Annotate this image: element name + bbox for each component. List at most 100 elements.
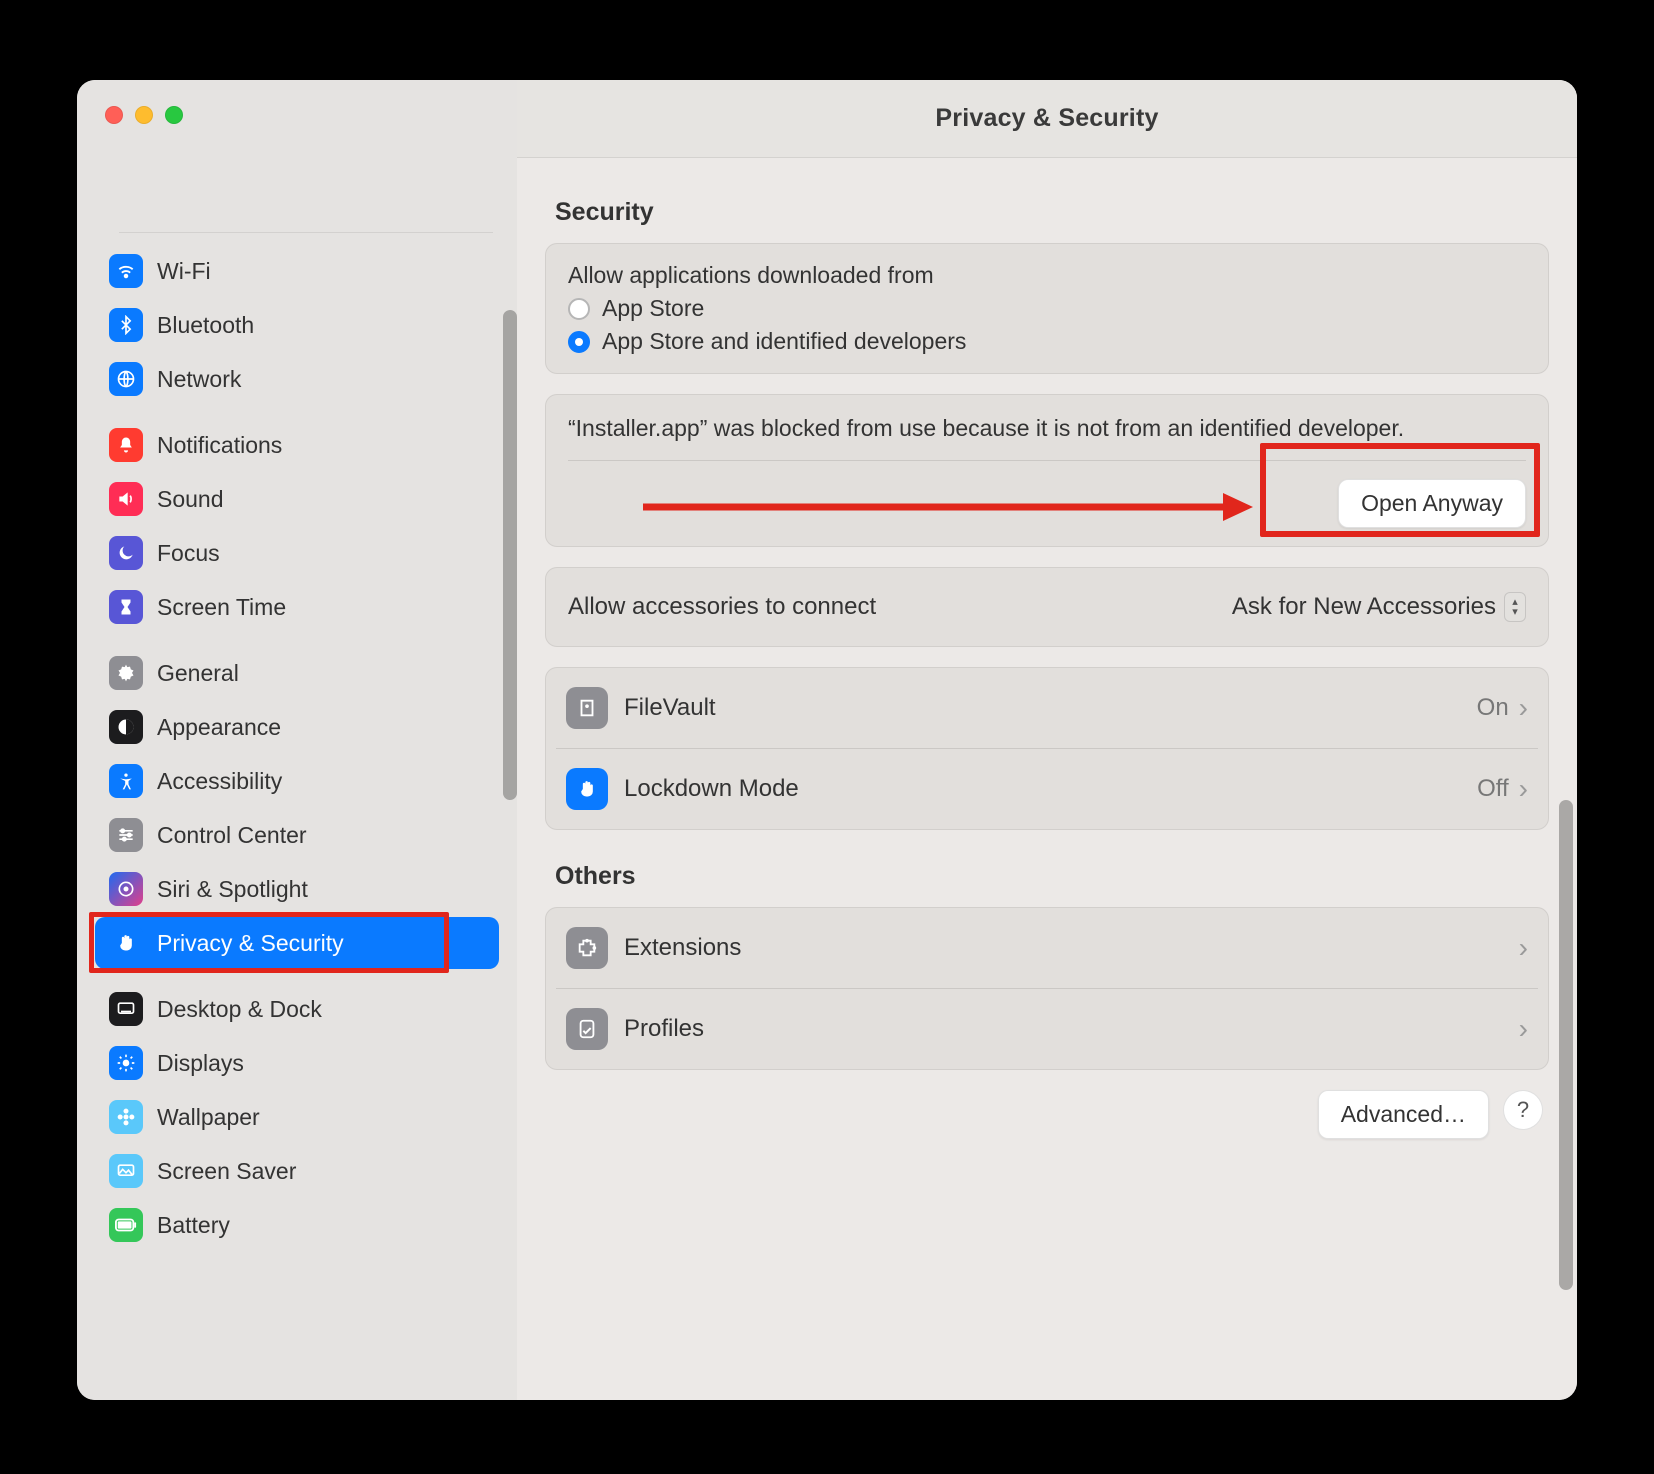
others-card: Extensions › Profiles › <box>545 907 1549 1070</box>
bluetooth-icon <box>109 308 143 342</box>
accessories-stepper-icon[interactable]: ▴▾ <box>1504 592 1526 622</box>
sidebar-item-label: Focus <box>157 540 220 567</box>
sidebar-item-label: Accessibility <box>157 768 282 795</box>
chevron-right-icon: › <box>1519 773 1528 805</box>
sidebar-item-focus[interactable]: Focus <box>95 527 499 579</box>
sidebar-item-label: Privacy & Security <box>157 930 344 957</box>
accessibility-icon <box>109 764 143 798</box>
security-heading: Security <box>555 198 1539 227</box>
bell-icon <box>109 428 143 462</box>
help-button[interactable]: ? <box>1503 1090 1543 1130</box>
row-label: Extensions <box>624 934 1519 962</box>
contrast-icon <box>109 710 143 744</box>
allow-apps-label: Allow applications downloaded from <box>568 262 1526 289</box>
filevault-row[interactable]: FileVault On › <box>546 668 1548 748</box>
dock-icon <box>109 992 143 1026</box>
sidebar-item-network[interactable]: Network <box>95 353 499 405</box>
extensions-row[interactable]: Extensions › <box>546 908 1548 988</box>
radio-icon <box>568 331 590 353</box>
sidebar-item-battery[interactable]: Battery <box>95 1199 499 1251</box>
radio-label: App Store <box>602 295 704 322</box>
sidebar-item-label: Screen Saver <box>157 1158 296 1185</box>
sidebar-item-label: Bluetooth <box>157 312 254 339</box>
flower-icon <box>109 1100 143 1134</box>
row-value: Off <box>1477 775 1509 803</box>
profiles-icon <box>566 1008 608 1050</box>
minimize-window-button[interactable] <box>135 106 153 124</box>
page-title: Privacy & Security <box>517 80 1577 158</box>
row-value: On <box>1477 694 1509 722</box>
sidebar-item-sound[interactable]: Sound <box>95 473 499 525</box>
sidebar-item-notifications[interactable]: Notifications <box>95 419 499 471</box>
sliders-icon <box>109 818 143 852</box>
sidebar-item-desktop-dock[interactable]: Desktop & Dock <box>95 983 499 1035</box>
profiles-row[interactable]: Profiles › <box>546 989 1548 1069</box>
accessories-row[interactable]: Allow accessories to connect Ask for New… <box>546 568 1548 646</box>
row-label: Profiles <box>624 1015 1519 1043</box>
sidebar-item-label: Notifications <box>157 432 282 459</box>
sidebar-item-displays[interactable]: Displays <box>95 1037 499 1089</box>
sidebar-divider <box>119 232 493 233</box>
screensaver-icon <box>109 1154 143 1188</box>
radio-app-store[interactable]: App Store <box>568 295 1526 322</box>
fullscreen-window-button[interactable] <box>165 106 183 124</box>
hand-icon <box>566 768 608 810</box>
sidebar-item-screen-time[interactable]: Screen Time <box>95 581 499 633</box>
speaker-icon <box>109 482 143 516</box>
accessories-label: Allow accessories to connect <box>568 593 1232 621</box>
globe-icon <box>109 362 143 396</box>
sidebar-item-wifi[interactable]: Wi-Fi <box>95 245 499 297</box>
hourglass-icon <box>109 590 143 624</box>
blocked-app-message: “Installer.app” was blocked from use bec… <box>568 413 1526 444</box>
sidebar-item-label: Siri & Spotlight <box>157 876 308 903</box>
sidebar-scrollbar[interactable] <box>503 310 517 800</box>
bottom-bar: Advanced… ? <box>545 1090 1549 1139</box>
advanced-button[interactable]: Advanced… <box>1318 1090 1489 1139</box>
close-window-button[interactable] <box>105 106 123 124</box>
content-scrollbar[interactable] <box>1559 800 1573 1290</box>
sidebar-item-control-center[interactable]: Control Center <box>95 809 499 861</box>
sidebar-item-accessibility[interactable]: Accessibility <box>95 755 499 807</box>
content-area[interactable]: Security Allow applications downloaded f… <box>517 158 1577 1400</box>
filevault-icon <box>566 687 608 729</box>
open-anyway-button[interactable]: Open Anyway <box>1338 479 1526 528</box>
sidebar-item-general[interactable]: General <box>95 647 499 699</box>
security-modes-card: FileVault On › Lockdown Mode Off › <box>545 667 1549 830</box>
puzzle-icon <box>566 927 608 969</box>
accessories-value: Ask for New Accessories <box>1232 593 1496 621</box>
sidebar-list[interactable]: Wi-Fi Bluetooth Network <box>77 243 517 1400</box>
chevron-right-icon: › <box>1519 932 1528 964</box>
sidebar-item-appearance[interactable]: Appearance <box>95 701 499 753</box>
sidebar-item-label: Screen Time <box>157 594 286 621</box>
main-panel: Privacy & Security Security Allow applic… <box>517 80 1577 1400</box>
sidebar-item-screen-saver[interactable]: Screen Saver <box>95 1145 499 1197</box>
gear-icon <box>109 656 143 690</box>
annotation-arrow <box>633 485 1253 529</box>
sidebar-item-label: Control Center <box>157 822 307 849</box>
sidebar-item-label: Desktop & Dock <box>157 996 322 1023</box>
sidebar: Wi-Fi Bluetooth Network <box>77 80 517 1400</box>
hand-icon <box>109 926 143 960</box>
sidebar-item-label: Displays <box>157 1050 244 1077</box>
moon-icon <box>109 536 143 570</box>
chevron-right-icon: › <box>1519 1013 1528 1045</box>
accessories-card: Allow accessories to connect Ask for New… <box>545 567 1549 647</box>
blocked-app-card: “Installer.app” was blocked from use bec… <box>545 394 1549 547</box>
traffic-lights <box>77 80 517 152</box>
others-heading: Others <box>555 862 1539 891</box>
sun-icon <box>109 1046 143 1080</box>
radio-icon <box>568 298 590 320</box>
row-label: FileVault <box>624 694 1477 722</box>
sidebar-item-label: Wi-Fi <box>157 258 211 285</box>
lockdown-row[interactable]: Lockdown Mode Off › <box>546 749 1548 829</box>
wifi-icon <box>109 254 143 288</box>
radio-identified-developers[interactable]: App Store and identified developers <box>568 328 1526 355</box>
radio-label: App Store and identified developers <box>602 328 966 355</box>
row-label: Lockdown Mode <box>624 775 1477 803</box>
sidebar-item-bluetooth[interactable]: Bluetooth <box>95 299 499 351</box>
chevron-right-icon: › <box>1519 692 1528 724</box>
sidebar-item-siri-spotlight[interactable]: Siri & Spotlight <box>95 863 499 915</box>
sidebar-item-wallpaper[interactable]: Wallpaper <box>95 1091 499 1143</box>
battery-icon <box>109 1208 143 1242</box>
sidebar-item-privacy-security[interactable]: Privacy & Security <box>95 917 499 969</box>
